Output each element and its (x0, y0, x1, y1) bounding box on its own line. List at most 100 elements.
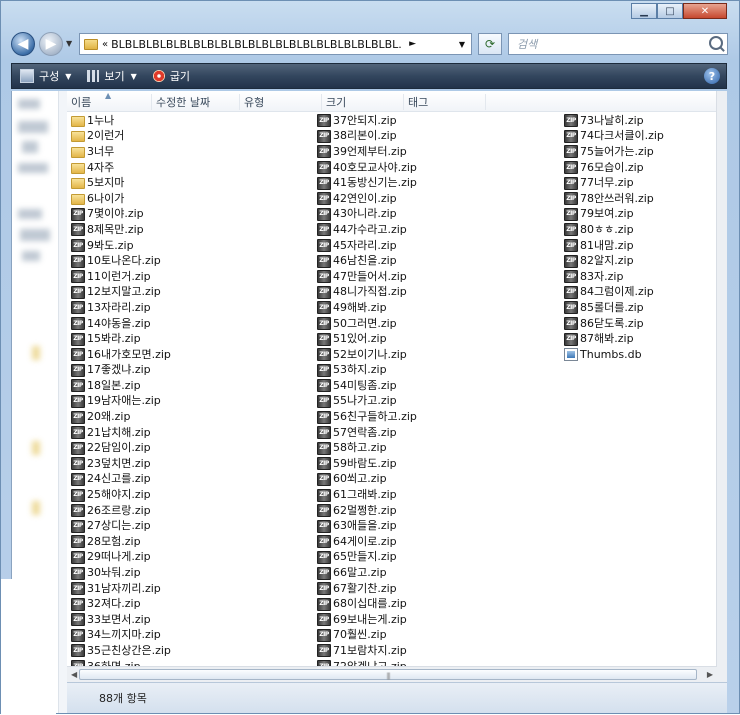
help-button[interactable]: ? (704, 68, 720, 84)
file-item[interactable]: ZIP 39언제부터.zip (317, 144, 417, 160)
column-header-tags[interactable]: 태그 (404, 94, 486, 110)
file-item[interactable]: ZIP 40호모교사야.zip (317, 160, 417, 176)
file-item[interactable]: ZIP 62멀쩡한.zip (317, 503, 417, 519)
file-item[interactable]: ZIP 38리본이.zip (317, 129, 417, 145)
file-item[interactable]: ZIP 47만들어서.zip (317, 269, 417, 285)
vertical-scrollbar[interactable] (716, 91, 727, 683)
file-item[interactable]: ZIP 50그러면.zip (317, 316, 417, 332)
file-item[interactable]: ZIP 78안쓰러워.zip (564, 191, 664, 207)
column-header-type[interactable]: 유형 (240, 94, 322, 110)
file-item[interactable]: ZIP 73나날히.zip (564, 113, 664, 129)
maximize-button[interactable]: □ (657, 3, 683, 19)
file-item[interactable]: ZIP 84그럼이제.zip (564, 285, 664, 301)
file-item[interactable]: ZIP 12보지말고.zip (71, 285, 171, 301)
file-item[interactable]: ZIP 24신고를.zip (71, 472, 171, 488)
file-item[interactable]: ZIP 43아니라.zip (317, 207, 417, 223)
file-item[interactable]: ZIP 75늘어가는.zip (564, 144, 664, 160)
file-item[interactable]: ZIP 71보람차지.zip (317, 643, 417, 659)
refresh-button[interactable]: ⟳ (478, 33, 502, 55)
file-item[interactable]: ZIP 45자라리.zip (317, 238, 417, 254)
minimize-button[interactable]: ▁ (631, 3, 657, 19)
file-item[interactable]: ZIP 37안되지.zip (317, 113, 417, 129)
burn-button[interactable]: 굽기 (152, 68, 190, 84)
file-item[interactable]: ZIP 74다크서클이.zip (564, 129, 664, 145)
file-item[interactable]: ZIP 86닫도록.zip (564, 316, 664, 332)
file-item[interactable]: ZIP 55나가고.zip (317, 394, 417, 410)
file-item[interactable]: ZIP 80ㅎㅎ.zip (564, 222, 664, 238)
file-item[interactable]: ZIP 82알지.zip (564, 253, 664, 269)
file-item[interactable]: ZIP 19남자애는.zip (71, 394, 171, 410)
file-item[interactable]: ZIP 10토나온다.zip (71, 253, 171, 269)
file-item[interactable]: ZIP 64게이로.zip (317, 534, 417, 550)
file-item[interactable]: ZIP 68이십대를.zip (317, 596, 417, 612)
file-item[interactable]: ZIP 28모험.zip (71, 534, 171, 550)
file-item[interactable]: ZIP 23덮치면.zip (71, 456, 171, 472)
file-item[interactable]: ZIP 9봐도.zip (71, 238, 171, 254)
recent-pages-dropdown[interactable]: ▼ (66, 39, 72, 48)
file-item[interactable]: ZIP 81내맘.zip (564, 238, 664, 254)
file-item[interactable]: ZIP 8제목만.zip (71, 222, 171, 238)
file-item[interactable]: ZIP 77너무.zip (564, 175, 664, 191)
file-item[interactable]: ZIP 44가수라고.zip (317, 222, 417, 238)
file-item[interactable]: ZIP 31남자끼리.zip (71, 581, 171, 597)
file-item[interactable]: ZIP 18일본.zip (71, 378, 171, 394)
forward-button[interactable]: ▶ (39, 32, 63, 56)
file-item[interactable]: ZIP 35근친상간은.zip (71, 643, 171, 659)
file-item[interactable]: 4자주 (71, 160, 171, 176)
address-bar[interactable]: « BLBLBLBLBLBLBLBLBLBLBLBLBLBLBLBLBLBLBL… (79, 33, 472, 55)
file-item[interactable]: ZIP 58하고.zip (317, 440, 417, 456)
file-item[interactable]: 6나이가 (71, 191, 171, 207)
file-item[interactable]: ZIP 11이런거.zip (71, 269, 171, 285)
back-button[interactable]: ◀ (11, 32, 35, 56)
file-item[interactable]: ZIP 7몇이야.zip (71, 207, 171, 223)
scroll-left-icon[interactable]: ◀ (71, 670, 77, 679)
views-button[interactable]: 보기 ▼ (87, 68, 137, 84)
file-item[interactable]: 3너무 (71, 144, 171, 160)
file-item[interactable]: ZIP 52보이기나.zip (317, 347, 417, 363)
file-item[interactable]: ZIP 66말고.zip (317, 565, 417, 581)
file-item[interactable]: ZIP 67활기찬.zip (317, 581, 417, 597)
file-item[interactable]: ZIP 49해봐.zip (317, 300, 417, 316)
search-input[interactable]: 검색 (508, 33, 728, 55)
file-item[interactable]: ZIP 87해봐.zip (564, 331, 664, 347)
file-item[interactable]: ZIP 41동방신기는.zip (317, 175, 417, 191)
file-item[interactable]: 2이런거 (71, 129, 171, 145)
file-item[interactable]: ZIP 42연인이.zip (317, 191, 417, 207)
organize-button[interactable]: 구성 ▼ (20, 68, 71, 84)
file-item[interactable]: ZIP 79보여.zip (564, 207, 664, 223)
file-item[interactable]: ZIP 17좋겠냐.zip (71, 363, 171, 379)
close-button[interactable]: ✕ (683, 3, 727, 19)
file-item[interactable]: Thumbs.db (564, 347, 664, 363)
file-item[interactable]: ZIP 70훨씬.zip (317, 628, 417, 644)
file-item[interactable]: ZIP 30놔둬.zip (71, 565, 171, 581)
address-dropdown-icon[interactable]: ▼ (459, 40, 465, 49)
file-item[interactable]: ZIP 51있어.zip (317, 331, 417, 347)
file-item[interactable]: ZIP 56친구들하고.zip (317, 409, 417, 425)
file-item[interactable]: ZIP 69보내는게.zip (317, 612, 417, 628)
column-header-name[interactable]: ▲ 이름 (67, 91, 152, 110)
file-item[interactable]: ZIP 20왜.zip (71, 409, 171, 425)
file-item[interactable]: ZIP 59바람도.zip (317, 456, 417, 472)
pane-splitter[interactable] (58, 91, 67, 713)
file-item[interactable]: ZIP 46남친을.zip (317, 253, 417, 269)
scroll-right-icon[interactable]: ▶ (707, 670, 713, 679)
file-item[interactable]: ZIP 21납치해.zip (71, 425, 171, 441)
scrollbar-thumb[interactable]: ||| (79, 669, 697, 680)
file-item[interactable]: ZIP 29떠나게.zip (71, 550, 171, 566)
file-item[interactable]: ZIP 33보면서.zip (71, 612, 171, 628)
file-item[interactable]: ZIP 15봐라.zip (71, 331, 171, 347)
column-header-size[interactable]: 크기 (322, 94, 404, 110)
address-separator[interactable]: ► (409, 39, 416, 49)
horizontal-scrollbar[interactable]: ◀ ||| ▶ (67, 666, 717, 683)
address-path[interactable]: BLBLBLBLBLBLBLBLBLBLBLBLBLBLBLBLBLBLBLBL… (111, 38, 401, 51)
file-item[interactable]: ZIP 76모습이.zip (564, 160, 664, 176)
file-item[interactable]: ZIP 85롤더를.zip (564, 300, 664, 316)
file-item[interactable]: ZIP 61그래봐.zip (317, 487, 417, 503)
file-item[interactable]: ZIP 22담임이.zip (71, 440, 171, 456)
file-item[interactable]: ZIP 14야동을.zip (71, 316, 171, 332)
file-item[interactable]: ZIP 83자.zip (564, 269, 664, 285)
search-icon[interactable] (709, 36, 723, 50)
file-item[interactable]: ZIP 54미팅좀.zip (317, 378, 417, 394)
file-item[interactable]: ZIP 48니가직접.zip (317, 285, 417, 301)
file-item[interactable]: ZIP 26조르랑.zip (71, 503, 171, 519)
